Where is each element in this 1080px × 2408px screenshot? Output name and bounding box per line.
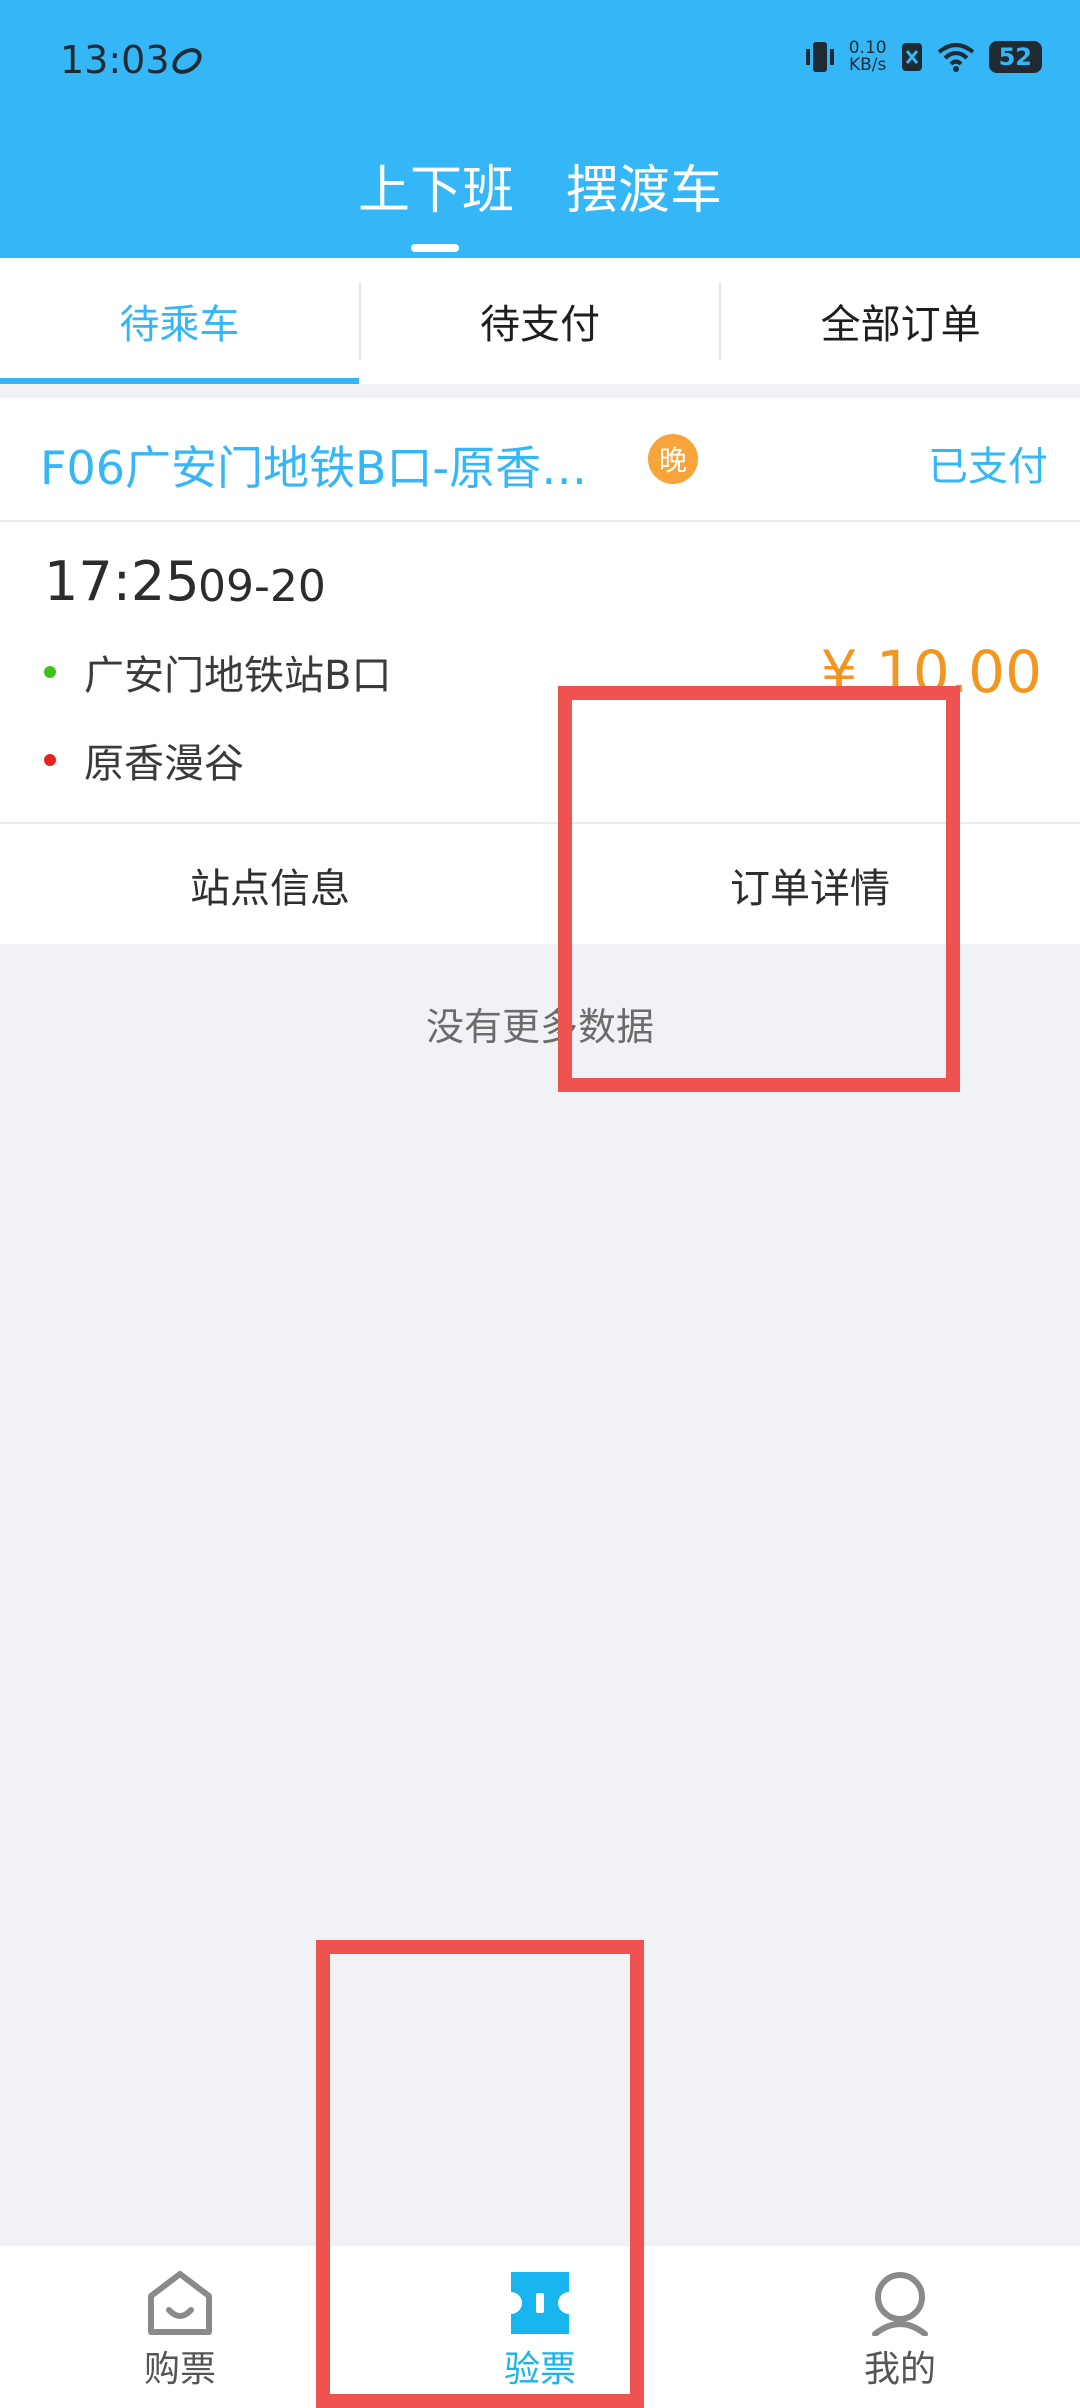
start-stop-label: 广安门地铁站B口 — [84, 653, 392, 699]
nav-buy-ticket[interactable]: 购票 — [0, 2246, 360, 2408]
nav-profile-label: 我的 — [863, 2349, 936, 2390]
end-stop-label: 原香漫谷 — [84, 741, 244, 787]
order-tabs: 待乘车 待支付 全部订单 — [0, 258, 1080, 384]
tab-all-orders[interactable]: 全部订单 — [721, 258, 1080, 384]
departure-date: 09-20 — [198, 561, 326, 612]
departure-time: 17:25 — [44, 550, 200, 613]
profile-icon — [872, 2272, 928, 2336]
app-header: 13:03 0.10 KB/s 52 上下班 摆渡车 — [0, 0, 1080, 258]
order-card-header: F06广安门地铁B口-原香… 晚 已支付 — [0, 398, 1080, 522]
nav-profile[interactable]: 我的 — [720, 2246, 1080, 2408]
moon-icon — [172, 48, 202, 74]
network-speed-unit: KB/s — [848, 55, 887, 75]
battery-indicator: 52 — [988, 41, 1042, 73]
night-shift-badge: 晚 — [648, 434, 698, 484]
highlight-box-check-ticket — [316, 1940, 644, 2408]
route-name: F06广安门地铁B口-原香… — [40, 441, 588, 495]
tab-commute[interactable]: 上下班 — [358, 161, 514, 221]
status-time: 13:03 — [60, 38, 170, 82]
end-dot-icon — [44, 754, 56, 766]
header-tabs: 上下班 摆渡车 — [0, 148, 1080, 223]
start-stop: 广安门地铁站B口 — [44, 643, 391, 701]
payment-status: 已支付 — [928, 444, 1048, 490]
vibrate-icon — [805, 42, 834, 72]
status-icons: 0.10 KB/s 52 — [805, 40, 1042, 74]
end-stop: 原香漫谷 — [44, 731, 244, 789]
station-info-button[interactable]: 站点信息 — [0, 824, 540, 946]
tab-pending-payment[interactable]: 待支付 — [361, 258, 720, 384]
screen: 13:03 0.10 KB/s 52 上下班 摆渡车 待乘车 待支付 全部订单 … — [0, 0, 1080, 2408]
header-tab-indicator — [411, 244, 459, 252]
wifi-icon — [937, 43, 974, 72]
start-dot-icon — [44, 666, 56, 678]
home-icon — [148, 2271, 212, 2335]
tab-shuttle[interactable]: 摆渡车 — [566, 161, 722, 221]
network-speed: 0.10 KB/s — [849, 40, 887, 74]
nav-buy-ticket-label: 购票 — [143, 2349, 216, 2390]
highlight-box-order-detail — [558, 686, 960, 1092]
no-sim-icon — [901, 43, 922, 71]
tab-pending-ride[interactable]: 待乘车 — [0, 258, 359, 384]
